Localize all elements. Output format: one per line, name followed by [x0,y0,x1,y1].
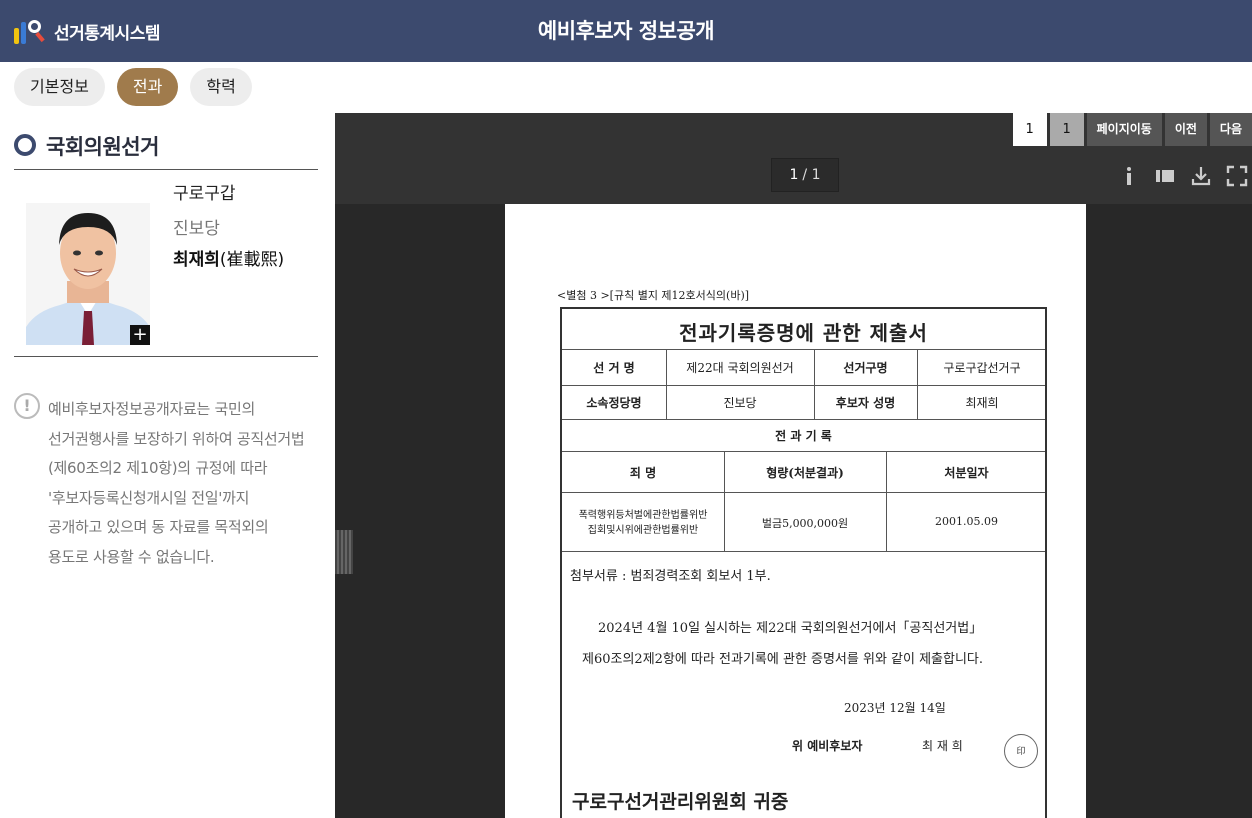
page-indicator-current: 1 [789,167,799,183]
col-penalty-header: 형량(처분결과) [766,466,844,480]
party-value: 진보당 [723,396,757,410]
crime-line-1: 폭력행위등처벌에관한법률위반 [578,510,708,521]
divider [14,356,318,357]
next-page-button[interactable]: 다음 [1209,113,1252,146]
candidate-name: 최재희(崔載熙) [173,245,284,270]
row-line [562,492,1045,493]
notice-text: 예비후보자정보공개자료는 국민의 선거권행사를 보장하기 위하여 공직선거법 (… [48,395,328,572]
col-crime-header: 죄 명 [629,466,657,480]
election-value: 제22대 국회의원선거 [686,361,794,375]
form-number: <별첨 3 >[규칙 별지 제12호서식의(바)] [557,289,750,302]
notice-line: 예비후보자정보공개자료는 국민의 [48,400,255,418]
photo-expand-button[interactable]: + [130,325,150,345]
candidate-district: 구로구갑 [173,184,236,204]
candidate-panel: 국회의원선거 + 구로구갑 진보당 최재희(崔載熙) ! 예비후보자정보공개자료… [0,113,335,818]
date-value: 2001.05.09 [935,515,998,528]
body-line-2: 제60조의2제2항에 따라 전과기록에 관한 증명서를 위와 같이 제출합니다. [582,652,984,667]
district-label: 선거구명 [843,361,888,375]
signer-label: 위 예비후보자 [792,739,863,753]
row-line [562,451,1045,452]
row-line [562,385,1045,386]
tab-education[interactable]: 학력 [190,68,252,106]
signer-name: 최 재 희 [922,739,963,753]
candidate-label: 후보자 성명 [835,396,896,410]
prev-page-button[interactable]: 이전 [1164,113,1207,146]
party-label: 소속정당명 [586,396,642,410]
tab-criminal-record[interactable]: 전과 [116,68,179,106]
district-value: 구로구갑선거구 [943,361,1021,375]
page-indicator-total: / 1 [802,167,821,183]
panel-resize-handle[interactable] [335,530,353,574]
body-line-1: 2024년 4월 10일 실시하는 제22대 국회의원선거에서「공직선거법」 [598,621,983,636]
viewer-toolbar: 1 1 페이지이동 이전 다음 1 / 1 [335,113,1252,204]
penalty-value: 벌금5,000,000원 [761,517,849,530]
exclamation-icon: ! [14,393,40,419]
election-label: 선 거 명 [593,361,635,375]
document-viewer: 1 1 페이지이동 이전 다음 1 / 1 <별첨 3 >[규칙 별지 제12호… [335,113,1252,818]
seal-stamp: 印 [1004,734,1038,768]
submit-date: 2023년 12월 14일 [844,701,946,715]
candidate-photo: + [26,203,150,345]
document-page: <별첨 3 >[규칙 별지 제12호서식의(바)] 전과기록증명에 관한 제출서… [505,204,1086,818]
candidate-name-hanja: (崔載熙) [219,250,285,270]
tab-basic-info[interactable]: 기본정보 [14,68,105,106]
row-line [562,419,1045,420]
row-line [562,349,1045,350]
election-title: 국회의원선거 [46,135,159,159]
page-title: 예비후보자 정보공개 [537,19,715,43]
notice-line: (제60조의2 제10항)의 규정에 따라 [48,459,268,477]
candidate-name-korean: 최재희 [173,250,220,270]
tab-bar: 기본정보 전과 학력 [14,68,252,106]
ring-icon [14,134,36,156]
page-navigation: 1 1 페이지이동 이전 다음 [1012,113,1252,146]
attachment-note: 첨부서류 : 범죄경력조회 회보서 1부. [570,569,771,584]
notice-line: 용도로 사용할 수 없습니다. [48,547,215,566]
notice-line: 선거권행사를 보장하기 위하여 공직선거법 [48,429,305,448]
document-form-box: 전과기록증명에 관한 제출서 선 거 명 제22대 국회의원선거 선거구명 구로… [560,307,1047,818]
addressee: 구로구선거관리위원회 귀중 [572,791,789,813]
sidebar-toggle-icon[interactable] [1154,165,1176,187]
page-current-box: 1 [1049,113,1084,146]
record-header: 전 과 기 록 [775,429,832,443]
notice-line: 공개하고 있으며 동 자료를 목적외의 [48,518,269,536]
crime-line-2: 집회및시위에관한법률위반 [587,525,699,536]
info-icon[interactable] [1118,165,1140,187]
row-line [562,551,1045,552]
download-icon[interactable] [1190,165,1212,187]
page-indicator[interactable]: 1 / 1 [771,158,839,192]
notice-line: '후보자등록신청개시일 전일'까지 [48,488,250,507]
candidate-info: 구로구갑 진보당 최재희(崔載熙) [173,179,284,270]
document-title: 전과기록증명에 관한 제출서 [679,321,928,345]
viewer-tools [1118,165,1248,187]
fullscreen-icon[interactable] [1226,165,1248,187]
col-date-header: 처분일자 [944,466,989,480]
goto-page-button[interactable]: 페이지이동 [1086,113,1162,146]
candidate-portrait-icon [26,203,150,345]
page-number-input[interactable]: 1 [1012,113,1047,146]
election-heading: 국회의원선거 [14,131,318,170]
top-header: 선거통계시스템 예비후보자 정보공개 [0,0,1252,62]
candidate-party: 진보당 [173,219,220,239]
candidate-value: 최재희 [965,396,999,410]
